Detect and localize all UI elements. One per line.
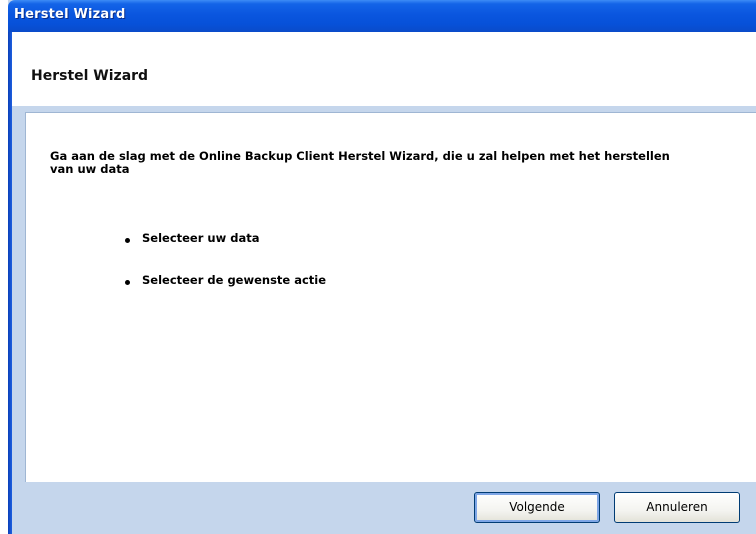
- bullet-icon: [125, 238, 130, 243]
- title-bar[interactable]: Herstel Wizard: [8, 0, 756, 32]
- wizard-footer: Volgende Annuleren: [12, 482, 756, 534]
- intro-text: Ga aan de slag met de Online Backup Clie…: [50, 149, 670, 176]
- bullet-icon: [125, 280, 130, 285]
- cancel-button[interactable]: Annuleren: [614, 492, 740, 523]
- wizard-header: Herstel Wizard: [12, 32, 756, 106]
- wizard-window: Herstel Wizard Herstel Wizard Ga aan de …: [8, 0, 756, 534]
- step-item-select-action: Selecteer de gewenste actie: [125, 273, 326, 287]
- step-label: Selecteer de gewenste actie: [142, 273, 327, 287]
- window-title: Herstel Wizard: [14, 7, 126, 22]
- next-button[interactable]: Volgende: [474, 492, 600, 523]
- wizard-content: Ga aan de slag met de Online Backup Clie…: [25, 112, 756, 483]
- step-label: Selecteer uw data: [142, 231, 260, 245]
- step-item-select-data: Selecteer uw data: [125, 231, 259, 245]
- page-title: Herstel Wizard: [31, 68, 149, 84]
